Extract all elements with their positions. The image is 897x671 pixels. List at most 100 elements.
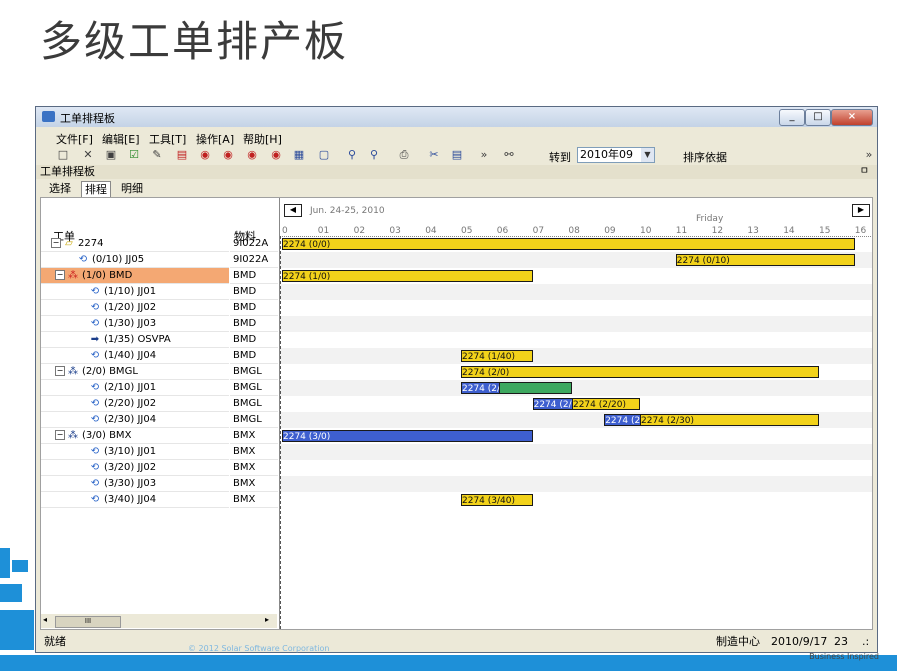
gantt-bar[interactable]: 2274 (0/10) xyxy=(675,254,855,266)
schedule-board: 工单 物料 − ▱ 2274 9I022A ⟲ (0/10) JJ05 9I022A … xyxy=(40,197,873,630)
gantt-bar[interactable]: 2274 (3/0) xyxy=(282,430,533,442)
gantt-bar[interactable]: 2274 (2/0) xyxy=(461,366,819,378)
gantt-bar[interactable]: 2274 (1/40) xyxy=(461,350,533,362)
gantt-row xyxy=(280,332,872,348)
check-icon[interactable]: ☑ xyxy=(127,148,141,162)
work-order-label: 2274 xyxy=(78,238,104,249)
menu-actions[interactable]: 操作[A] xyxy=(196,131,234,147)
gantt-row xyxy=(280,444,872,460)
print-icon[interactable]: ⎙ xyxy=(397,148,411,162)
window-icon[interactable]: ▢ xyxy=(317,148,331,162)
scroll-thumb[interactable]: III xyxy=(55,616,121,628)
gantt-panel: ◀ Jun. 24-25, 2010 Friday ▶ 0 01 02 03 04 05 0… xyxy=(279,198,872,629)
tree-row[interactable]: ⟲ (3/30) JJ03 BMX xyxy=(41,476,279,492)
new-icon[interactable]: □ xyxy=(56,148,70,162)
zoom-in-icon[interactable]: ⚲ xyxy=(345,148,359,162)
gantt-next-button[interactable]: ▶ xyxy=(852,204,870,217)
tree-row[interactable]: ⟲ (3/10) JJ01 BMX xyxy=(41,444,279,460)
schedule-icon[interactable]: ◉ xyxy=(198,148,212,162)
gantt-bar[interactable] xyxy=(498,382,572,394)
collapse-icon[interactable]: − xyxy=(55,270,65,280)
backward-icon[interactable]: ◉ xyxy=(269,148,283,162)
gantt-bar[interactable]: 2274 (2/30) xyxy=(640,414,819,426)
zoom-out-icon[interactable]: ⚲ xyxy=(367,148,381,162)
tree-row[interactable]: ➡ (1/35) OSVPA BMD xyxy=(41,332,279,348)
gantt-row xyxy=(280,476,872,492)
tab-bar: 选择 排程 明细 xyxy=(36,180,877,197)
title-bar[interactable]: 工单排程板 _ □ × xyxy=(36,107,877,127)
decorative-block xyxy=(0,584,22,602)
menu-file[interactable]: 文件[F] xyxy=(56,131,93,147)
decorative-block xyxy=(0,548,10,578)
status-text: 就绪 xyxy=(44,635,66,648)
tree-row[interactable]: − ⁂ (2/0) BMGL BMGL xyxy=(41,364,279,380)
forward-icon[interactable]: ◉ xyxy=(245,148,259,162)
hour-tick-label: 14 xyxy=(783,226,795,236)
gantt-bar[interactable]: 2274 (1/0) xyxy=(282,270,533,282)
work-order-cell: ⟲ (1/40) JJ04 xyxy=(41,348,229,364)
panel-title: 工单排程板 xyxy=(40,165,95,178)
window-title: 工单排程板 xyxy=(60,112,115,125)
app-window: 工单排程板 _ □ × 文件[F] 编辑[E] 工具[T] 操作[A] 帮助[H… xyxy=(35,106,878,653)
erase-icon[interactable]: ✎ xyxy=(150,148,164,162)
maximize-button[interactable]: □ xyxy=(805,109,831,126)
close-button[interactable]: × xyxy=(831,109,873,126)
pin-icon[interactable]: ㅁ xyxy=(860,165,869,179)
gantt-bar[interactable]: 2274 (0/0) xyxy=(282,238,855,250)
tab-detail[interactable]: 明细 xyxy=(118,181,146,196)
tree-row[interactable]: ⟲ (3/20) JJ02 BMX xyxy=(41,460,279,476)
report-icon[interactable]: ▤ xyxy=(175,148,189,162)
horizontal-scrollbar[interactable]: ◂ III ▸ xyxy=(41,614,277,628)
sort-label[interactable]: 排序依据 xyxy=(683,149,727,165)
chevron-down-icon[interactable]: ▼ xyxy=(641,148,654,162)
menu-edit[interactable]: 编辑[E] xyxy=(102,131,140,147)
gantt-bar[interactable]: 2274 (2/20) xyxy=(571,398,640,410)
status-work-center: 制造中心 xyxy=(716,635,760,648)
tree-row[interactable]: ⟲ (2/30) JJ04 BMGL xyxy=(41,412,279,428)
goto-label: 转到 xyxy=(549,151,571,164)
paste-icon[interactable]: ▤ xyxy=(450,148,464,162)
resize-grip-icon[interactable]: .: xyxy=(862,633,869,651)
gantt-date-range: Jun. 24-25, 2010 xyxy=(310,206,385,216)
tree-row[interactable]: − ⁂ (3/0) BMX BMX xyxy=(41,428,279,444)
reschedule-icon[interactable]: ◉ xyxy=(221,148,235,162)
tree-row[interactable]: − ▱ 2274 9I022A xyxy=(41,236,279,252)
goto-month-select[interactable]: 2010年09 ▼ xyxy=(577,147,655,163)
tree-row[interactable]: − ⁂ (1/0) BMD BMD xyxy=(41,268,279,284)
gantt-bar[interactable]: 2274 (3/40) xyxy=(461,494,533,506)
tree-row[interactable]: ⟲ (1/30) JJ03 BMD xyxy=(41,316,279,332)
operation-icon: ⟲ xyxy=(90,462,100,473)
scroll-left-icon[interactable]: ◂ xyxy=(43,615,47,624)
minimize-button[interactable]: _ xyxy=(779,109,805,126)
work-order-cell: ⟲ (3/10) JJ01 xyxy=(41,444,229,460)
gantt-row xyxy=(280,348,872,364)
cut-icon[interactable]: ✂ xyxy=(427,148,441,162)
tree-row[interactable]: ⟲ (2/20) JJ02 BMGL xyxy=(41,396,279,412)
tree-row[interactable]: ⟲ (0/10) JJ05 9I022A xyxy=(41,252,279,268)
tree-row[interactable]: ⟲ (1/10) JJ01 BMD xyxy=(41,284,279,300)
hour-tick-label: 12 xyxy=(711,226,724,236)
tab-schedule[interactable]: 排程 xyxy=(81,181,111,197)
calendar-icon[interactable]: ▦ xyxy=(292,148,306,162)
footer-tagline: Business Inspired xyxy=(809,652,879,661)
collapse-icon[interactable]: − xyxy=(55,366,65,376)
collapse-icon[interactable]: − xyxy=(51,238,61,248)
delete-icon[interactable]: ✕ xyxy=(81,148,95,162)
tree-row[interactable]: ⟲ (1/20) JJ02 BMD xyxy=(41,300,279,316)
tree-row[interactable]: ⟲ (1/40) JJ04 BMD xyxy=(41,348,279,364)
chevron-right-icon[interactable]: » xyxy=(862,148,876,162)
tree-row[interactable]: ⟲ (3/40) JJ04 BMX xyxy=(41,492,279,508)
tab-select[interactable]: 选择 xyxy=(46,181,74,196)
menu-help[interactable]: 帮助[H] xyxy=(243,131,282,147)
find-icon[interactable]: ⚯ xyxy=(502,148,516,162)
tree-row[interactable]: ⟲ (2/10) JJ01 BMGL xyxy=(41,380,279,396)
menu-tools[interactable]: 工具[T] xyxy=(149,131,186,147)
gantt-prev-button[interactable]: ◀ xyxy=(284,204,302,217)
collapse-icon[interactable]: − xyxy=(55,430,65,440)
material-cell: BMX xyxy=(230,476,278,492)
more-icon[interactable]: » xyxy=(477,148,491,162)
copy-icon[interactable]: ▣ xyxy=(104,148,118,162)
hour-tick-label: 11 xyxy=(675,226,688,236)
gantt-row xyxy=(280,316,872,332)
scroll-right-icon[interactable]: ▸ xyxy=(265,615,269,624)
